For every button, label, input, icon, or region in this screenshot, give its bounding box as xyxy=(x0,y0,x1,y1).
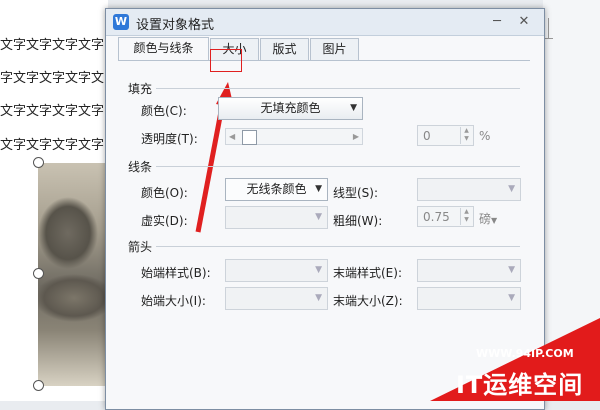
section-fill-title: 填充 xyxy=(128,82,153,96)
slider-right-arrow-icon[interactable]: ▶ xyxy=(353,129,359,144)
dash-dropdown[interactable]: ▼ xyxy=(225,206,328,229)
dropdown-arrow-icon: ▼ xyxy=(315,293,322,303)
begin-size-dropdown[interactable]: ▼ xyxy=(225,287,328,310)
dialog-title: 设置对象格式 xyxy=(136,18,215,33)
tab-colors-and-lines[interactable]: 颜色与线条 xyxy=(118,37,209,61)
percent-unit: % xyxy=(479,129,491,143)
document-text-line: 字文字文字文字文 xyxy=(0,71,105,86)
dropdown-arrow-icon: ▼ xyxy=(508,293,515,303)
wps-logo-icon: W xyxy=(113,14,129,30)
transparency-spinbox[interactable]: 0 ▲ ▼ xyxy=(417,125,474,146)
selection-handle[interactable] xyxy=(33,380,44,391)
tab-divider xyxy=(118,60,530,61)
slider-left-arrow-icon[interactable]: ◀ xyxy=(229,129,235,144)
line-color-label: 颜色(O): xyxy=(141,186,188,200)
line-color-value: 无线条颜色 xyxy=(246,182,307,196)
dialog-titlebar: W 设置对象格式 ─ ✕ xyxy=(106,9,544,36)
fill-color-label: 颜色(C): xyxy=(141,104,187,118)
section-rule xyxy=(156,246,520,247)
spin-buttons[interactable]: ▲ ▼ xyxy=(460,208,472,225)
begin-style-dropdown[interactable]: ▼ xyxy=(225,259,328,282)
end-size-label: 末端大小(Z): xyxy=(333,294,403,308)
document-text-line: 文字文字文字文字 xyxy=(0,138,105,153)
transparency-value: 0 xyxy=(423,129,431,143)
end-style-label: 末端样式(E): xyxy=(333,266,402,280)
fill-color-dropdown[interactable]: 无填充颜色 ▼ xyxy=(218,97,363,120)
document-text-line: 文字文字文字文字 xyxy=(0,104,105,119)
dropdown-arrow-icon: ▼ xyxy=(491,216,498,225)
dash-label: 虚实(D): xyxy=(141,214,188,228)
document-text-line: 文字文字文字文字 xyxy=(0,38,105,53)
section-line-title: 线条 xyxy=(128,160,153,174)
tab-picture[interactable]: 图片 xyxy=(310,38,359,60)
dropdown-arrow-icon: ▼ xyxy=(508,184,515,194)
end-size-dropdown[interactable]: ▼ xyxy=(417,287,521,310)
begin-style-label: 始端样式(B): xyxy=(141,266,211,280)
selection-handle[interactable] xyxy=(33,157,44,168)
document-page: 文字文字文字文字 字文字文字文字文 文字文字文字文字 文字文字文字文字 xyxy=(0,0,110,401)
section-arrows-title: 箭头 xyxy=(128,240,153,254)
line-style-label: 线型(S): xyxy=(333,186,379,200)
weight-unit-dropdown[interactable]: 磅▼ xyxy=(479,210,497,227)
dropdown-arrow-icon: ▼ xyxy=(315,212,322,222)
line-color-dropdown[interactable]: 无线条颜色 ▼ xyxy=(225,178,328,201)
annotation-highlight-box xyxy=(210,49,242,72)
transparency-slider[interactable]: ◀ ▶ xyxy=(225,128,363,145)
dropdown-arrow-icon: ▼ xyxy=(350,103,357,113)
margin-marker xyxy=(548,18,549,38)
slider-thumb[interactable] xyxy=(242,130,257,145)
dropdown-arrow-icon: ▼ xyxy=(315,265,322,275)
section-rule xyxy=(156,88,520,89)
transparency-label: 透明度(T): xyxy=(141,132,198,146)
selected-picture[interactable] xyxy=(38,163,110,386)
spin-buttons[interactable]: ▲ ▼ xyxy=(460,127,472,144)
fill-color-value: 无填充颜色 xyxy=(260,101,321,115)
weight-value: 0.75 xyxy=(423,210,450,224)
selection-handle[interactable] xyxy=(33,268,44,279)
tab-layout[interactable]: 版式 xyxy=(260,38,309,60)
minimize-button[interactable]: ─ xyxy=(487,12,507,32)
end-style-dropdown[interactable]: ▼ xyxy=(417,259,521,282)
dropdown-arrow-icon: ▼ xyxy=(508,265,515,275)
dropdown-arrow-icon: ▼ xyxy=(315,184,322,194)
section-rule xyxy=(156,166,520,167)
watermark-url: WWW.94IP.COM xyxy=(476,347,574,360)
weight-label: 粗细(W): xyxy=(333,214,383,228)
watermark-brand: IT运维空间 xyxy=(456,371,584,399)
close-icon[interactable]: ✕ xyxy=(514,12,534,32)
weight-spinbox[interactable]: 0.75 ▲ ▼ xyxy=(417,206,474,227)
begin-size-label: 始端大小(I): xyxy=(141,294,206,308)
line-style-dropdown[interactable]: ▼ xyxy=(417,178,521,201)
weight-unit: 磅 xyxy=(479,212,492,226)
